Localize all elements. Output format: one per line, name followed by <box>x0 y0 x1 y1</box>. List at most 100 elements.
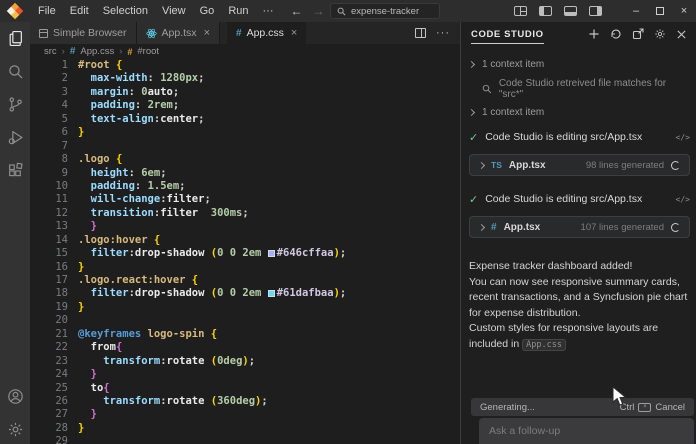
code-line[interactable]: 28} <box>30 422 460 435</box>
code-line[interactable]: 17.logo.react:hover { <box>30 274 460 287</box>
window-close-button[interactable]: × <box>672 0 696 22</box>
explorer-icon[interactable] <box>6 29 24 47</box>
code-token: 0deg <box>217 355 242 367</box>
code-line[interactable]: 9 height: 6em; <box>30 167 460 180</box>
line-number: 5 <box>30 113 78 126</box>
source-control-icon[interactable] <box>6 95 24 113</box>
breadcrumb-file[interactable]: App.css <box>80 46 114 57</box>
react-icon <box>146 28 157 39</box>
code-line[interactable]: 11 will-change:filter; <box>30 193 460 206</box>
open-in-editor-icon[interactable] <box>631 28 644 41</box>
code-token: 1280px <box>160 72 198 84</box>
nav-back-icon[interactable]: ← <box>291 4 303 18</box>
code-line[interactable]: 13 } <box>30 220 460 233</box>
tab-close-icon[interactable]: × <box>204 27 210 39</box>
code-token: #646cffaa <box>277 247 334 259</box>
code-token: from <box>78 341 116 353</box>
window-minimize-button[interactable]: – <box>624 0 648 22</box>
menu-more-icon[interactable]: ··· <box>256 0 281 22</box>
breadcrumb-src[interactable]: src <box>44 46 57 57</box>
code-line[interactable]: 2 max-width: 1280px; <box>30 72 460 85</box>
code-line[interactable]: 19} <box>30 301 460 314</box>
nav-forward-icon[interactable]: → <box>313 4 325 18</box>
code-line[interactable]: 21@keyframes logo-spin { <box>30 328 460 341</box>
code-line[interactable]: 1#root { <box>30 59 460 72</box>
code-line[interactable]: 27 } <box>30 408 460 421</box>
toggle-secondary-sidebar-icon[interactable] <box>589 6 602 16</box>
settings-gear-icon[interactable] <box>6 420 24 438</box>
breadcrumb-separator: › <box>62 46 65 57</box>
window-maximize-button[interactable] <box>648 0 672 22</box>
code-token: ; <box>179 180 185 192</box>
tab-simple-browser[interactable]: Simple Browser <box>30 22 137 44</box>
menu-run[interactable]: Run <box>221 0 255 22</box>
code-line[interactable]: 25 to{ <box>30 382 460 395</box>
code-tag-icon: </> <box>676 195 690 204</box>
code-line[interactable]: 16} <box>30 261 460 274</box>
code-token: ; <box>249 355 255 367</box>
code-line[interactable]: 14.logo:hover { <box>30 234 460 247</box>
code-token: transform <box>78 355 160 367</box>
code-line[interactable]: 10 padding: 1.5em; <box>30 180 460 193</box>
code-line[interactable]: 23 transform:rotate (0deg); <box>30 355 460 368</box>
split-editor-icon[interactable] <box>415 28 426 38</box>
code-line[interactable]: 3 margin: 0auto; <box>30 86 460 99</box>
panel-close-icon[interactable] <box>675 28 688 41</box>
followup-input[interactable]: Ask a follow-up <box>479 418 694 444</box>
line-number: 26 <box>30 395 78 408</box>
generated-file-card[interactable]: TS App.tsx 98 lines generated <box>469 154 690 176</box>
code-token: filter <box>78 247 129 259</box>
line-number: 12 <box>30 207 78 220</box>
code-line[interactable]: 26 transform:rotate (360deg); <box>30 395 460 408</box>
search-sidebar-icon[interactable] <box>6 62 24 80</box>
menu-edit[interactable]: Edit <box>63 0 96 22</box>
toggle-sidebar-icon[interactable] <box>539 6 552 16</box>
file-chip[interactable]: App.css <box>522 339 566 351</box>
toggle-panel-icon[interactable] <box>564 6 577 16</box>
tab-app-tsx[interactable]: App.tsx × <box>137 22 220 44</box>
code-line[interactable]: 7 <box>30 140 460 153</box>
menu-file[interactable]: File <box>31 0 63 22</box>
line-number: 10 <box>30 180 78 193</box>
editing-text: Code Studio is editing src/App.tsx <box>485 193 642 205</box>
code-line[interactable]: 18 filter:drop-shadow (0 0 2em #61dafbaa… <box>30 287 460 300</box>
breadcrumb-symbol[interactable]: #root <box>137 46 159 57</box>
code-line[interactable]: 12 transition:filter 300ms; <box>30 207 460 220</box>
line-number: 20 <box>30 314 78 327</box>
code-token: 360deg <box>217 395 255 407</box>
extensions-icon[interactable] <box>6 161 24 179</box>
editor-group: Simple Browser App.tsx × # App.css × ···… <box>30 22 460 444</box>
panel-title-tab[interactable]: CODE STUDIO <box>471 25 544 44</box>
editor-more-actions-icon[interactable]: ··· <box>436 27 450 39</box>
tab-close-icon[interactable]: × <box>291 27 297 39</box>
tab-app-css[interactable]: # App.css × <box>227 22 306 44</box>
code-line[interactable]: 29 <box>30 435 460 444</box>
code-token: 0 0 2em <box>217 287 268 299</box>
code-line[interactable]: 24 } <box>30 368 460 381</box>
context-items-row[interactable]: 1 context item <box>469 105 690 119</box>
code-line[interactable]: 20 <box>30 314 460 327</box>
panel-settings-gear-icon[interactable] <box>653 28 666 41</box>
menu-go[interactable]: Go <box>193 0 222 22</box>
code-line[interactable]: 5 text-align:center; <box>30 113 460 126</box>
account-icon[interactable] <box>6 387 24 405</box>
search-input[interactable]: expense-tracker <box>330 3 440 19</box>
code-line[interactable]: 22 from{ <box>30 341 460 354</box>
history-icon[interactable] <box>609 28 622 41</box>
code-line[interactable]: 8.logo { <box>30 153 460 166</box>
code-token: ; <box>340 287 346 299</box>
code-token: drop-shadow <box>135 287 211 299</box>
menu-view[interactable]: View <box>155 0 193 22</box>
code-line[interactable]: 6} <box>30 126 460 139</box>
menu-selection[interactable]: Selection <box>96 0 155 22</box>
context-items-row[interactable]: 1 context item <box>469 57 690 71</box>
code-token: @keyframes <box>78 328 141 340</box>
code-line[interactable]: 15 filter:drop-shadow (0 0 2em #646cffaa… <box>30 247 460 260</box>
line-number: 27 <box>30 408 78 421</box>
run-debug-icon[interactable] <box>6 128 24 146</box>
customize-layout-icon[interactable] <box>514 6 527 16</box>
generated-file-card[interactable]: # App.tsx 107 lines generated <box>469 216 690 238</box>
code-line[interactable]: 4 padding: 2rem; <box>30 99 460 112</box>
tab-bar: Simple Browser App.tsx × # App.css × ··· <box>30 22 460 44</box>
new-chat-icon[interactable] <box>587 28 600 41</box>
